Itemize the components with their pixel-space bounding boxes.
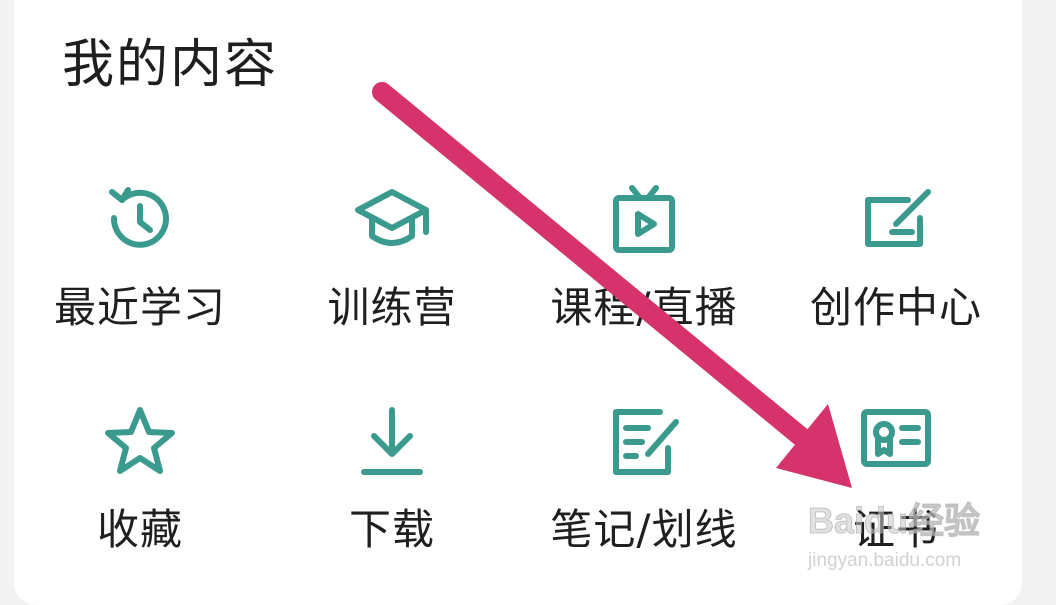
graduation-cap-icon bbox=[352, 180, 432, 260]
tv-play-icon bbox=[604, 180, 684, 260]
star-icon bbox=[100, 402, 180, 482]
menu-item-label: 创作中心 bbox=[809, 283, 982, 332]
menu-item-label: 证书 bbox=[852, 505, 939, 554]
menu-item-course-live[interactable]: 课程/直播 bbox=[518, 170, 770, 360]
section-title: 我的内容 bbox=[62, 35, 279, 95]
edit-pen-icon bbox=[856, 180, 936, 260]
certificate-icon bbox=[856, 402, 936, 482]
menu-item-training-camp[interactable]: 训练营 bbox=[266, 170, 518, 360]
menu-item-favorites[interactable]: 收藏 bbox=[14, 392, 266, 582]
download-icon bbox=[352, 402, 432, 482]
menu-item-label: 课程/直播 bbox=[550, 283, 738, 332]
menu-item-notes-highlights[interactable]: 笔记/划线 bbox=[518, 392, 770, 582]
menu-item-download[interactable]: 下载 bbox=[266, 392, 518, 582]
content-grid: 最近学习 训练营 课程/直播 创作中心 收藏 下载 笔记/划线 证书 bbox=[14, 160, 1022, 580]
history-clock-icon bbox=[100, 180, 180, 260]
note-edit-icon bbox=[604, 402, 684, 482]
menu-item-certificate[interactable]: 证书 bbox=[770, 392, 1022, 582]
menu-item-label: 下载 bbox=[348, 505, 435, 554]
menu-item-creation-center[interactable]: 创作中心 bbox=[770, 170, 1022, 360]
menu-item-label: 训练营 bbox=[327, 283, 457, 332]
menu-item-label: 最近学习 bbox=[53, 283, 226, 332]
menu-item-recent-study[interactable]: 最近学习 bbox=[14, 170, 266, 360]
menu-item-label: 收藏 bbox=[96, 505, 183, 554]
menu-item-label: 笔记/划线 bbox=[550, 505, 738, 554]
